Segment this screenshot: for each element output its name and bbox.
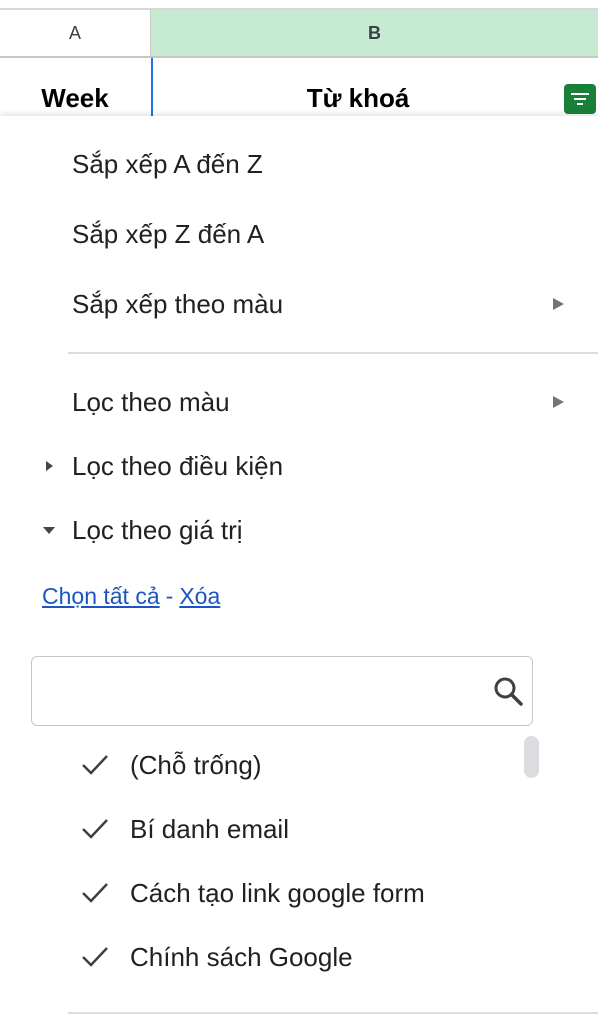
filter-dropdown-menu: Sắp xếp A đến Z Sắp xếp Z đến A Sắp xếp … <box>0 116 598 1028</box>
triangle-right-icon <box>553 396 564 408</box>
menu-item-sort-za[interactable]: Sắp xếp Z đến A <box>72 216 264 252</box>
column-header-a[interactable]: A <box>0 10 151 58</box>
menu-item-sort-by-color[interactable]: Sắp xếp theo màu <box>72 286 283 322</box>
value-label: Bí danh email <box>130 814 289 844</box>
caret-right-icon[interactable] <box>42 459 56 473</box>
filter-button[interactable] <box>564 84 596 114</box>
cell-week-header[interactable]: Week <box>0 58 150 118</box>
menu-item-filter-by-condition[interactable]: Lọc theo điều kiện <box>72 448 283 484</box>
check-icon <box>82 755 108 775</box>
select-all-link[interactable]: Chọn tất cả <box>42 583 160 609</box>
cell-keyword-header[interactable]: Từ khoá <box>151 58 563 118</box>
value-label: Cách tạo link google form <box>130 878 425 908</box>
check-icon <box>82 947 108 967</box>
value-search-input[interactable] <box>44 671 488 713</box>
value-list-item[interactable]: Chính sách Google <box>80 937 520 977</box>
menu-item-filter-by-color[interactable]: Lọc theo màu <box>72 384 230 420</box>
value-list-item[interactable]: Bí danh email <box>80 809 520 849</box>
menu-divider <box>68 352 598 354</box>
filter-icon <box>571 93 589 105</box>
clear-link[interactable]: Xóa <box>179 583 220 609</box>
check-icon <box>82 883 108 903</box>
triangle-right-icon <box>553 298 564 310</box>
value-list-item[interactable]: Cách tạo link google form <box>80 873 520 913</box>
value-label: (Chỗ trống) <box>130 750 262 780</box>
value-list-scrollbar[interactable] <box>524 736 539 778</box>
value-actions: Chọn tất cả - Xóa <box>42 580 220 612</box>
column-header-b[interactable]: B <box>151 10 598 58</box>
menu-divider <box>68 1012 598 1014</box>
check-icon <box>82 819 108 839</box>
menu-item-filter-by-values[interactable]: Lọc theo giá trị <box>72 512 243 548</box>
caret-down-icon[interactable] <box>42 523 56 537</box>
value-search-box[interactable] <box>31 656 533 726</box>
menu-item-sort-az[interactable]: Sắp xếp A đến Z <box>72 146 263 182</box>
value-list-item[interactable]: (Chỗ trống) <box>80 745 520 785</box>
search-icon[interactable] <box>492 675 524 707</box>
header-row: Week Từ khoá <box>0 58 598 118</box>
column-headers: A B <box>0 0 598 58</box>
value-label: Chính sách Google <box>130 942 353 972</box>
link-separator: - <box>165 583 174 609</box>
